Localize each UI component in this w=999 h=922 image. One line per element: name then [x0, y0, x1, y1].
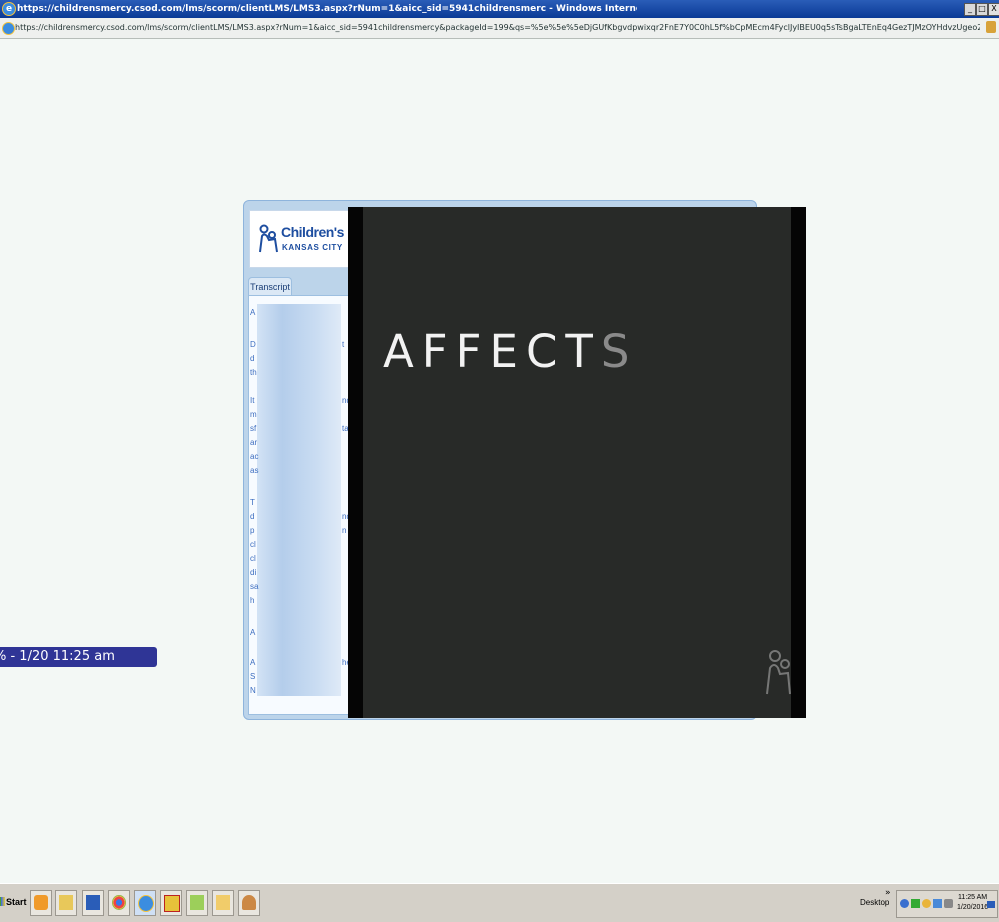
- desktop-label[interactable]: Desktop: [860, 898, 889, 907]
- folder-icon[interactable]: [55, 890, 77, 916]
- start-label: Start: [6, 897, 27, 907]
- video-caption-main: AFFECT: [383, 325, 601, 378]
- close-button[interactable]: X: [988, 3, 999, 16]
- transcript-fragment: as: [250, 466, 259, 475]
- app-smiley-icon[interactable]: [160, 890, 182, 916]
- chrome-icon[interactable]: [108, 890, 130, 916]
- transcript-fragment: p: [250, 526, 255, 535]
- transcript-fragment: It: [250, 396, 255, 405]
- letterbox-right: [791, 207, 806, 718]
- system-tray: 11:25 AM 1/20/2016: [896, 890, 998, 918]
- transcript-fragment: ar: [250, 438, 258, 447]
- internet-explorer-taskbar-icon[interactable]: [134, 890, 156, 916]
- chevron-icon[interactable]: »: [885, 888, 891, 898]
- transcript-fragment: th: [250, 368, 257, 377]
- transcript-fragment: sf: [250, 424, 257, 433]
- windows-flag-icon: [0, 897, 5, 906]
- volume-icon[interactable]: [944, 899, 953, 908]
- video-caption-fading: S: [600, 325, 638, 378]
- childrens-mercy-logo-icon: [259, 224, 278, 253]
- lock-icon[interactable]: [986, 21, 996, 33]
- maximize-button[interactable]: □: [976, 3, 988, 16]
- transcript-fragment: t: [342, 340, 345, 349]
- shield-icon[interactable]: [933, 899, 942, 908]
- transcript-fragment: n: [342, 526, 347, 535]
- app-note-icon[interactable]: [212, 890, 234, 916]
- app-green-icon[interactable]: [186, 890, 208, 916]
- transcript-blurred-text: [257, 304, 341, 696]
- logo-panel: Children's Mercy KANSAS CITY: [249, 210, 386, 268]
- url-field[interactable]: https://childrensmercy.csod.com/lms/scor…: [15, 21, 980, 34]
- transcript-fragment: ac: [250, 452, 259, 461]
- video-frame[interactable]: AFFECTS: [348, 207, 806, 718]
- media-player-icon[interactable]: [30, 890, 52, 916]
- transcript-fragment: d: [250, 512, 255, 521]
- internet-explorer-icon: e: [2, 2, 16, 16]
- status-banner-text: % - 1/20 11:25 am: [0, 649, 115, 664]
- clock[interactable]: 11:25 AM 1/20/2016: [957, 893, 988, 913]
- start-button[interactable]: Start: [0, 890, 27, 914]
- network-icon[interactable]: [900, 899, 909, 908]
- transcript-fragment: m: [250, 410, 257, 419]
- tab-transcript[interactable]: Transcript: [248, 277, 292, 296]
- transcript-fragment: A: [250, 628, 256, 637]
- security-icon[interactable]: [911, 899, 920, 908]
- transcript-fragment: cl: [250, 554, 256, 563]
- clock-time: 11:25 AM: [958, 894, 988, 901]
- transcript-fragment: A: [250, 308, 256, 317]
- transcript-fragment: cl: [250, 540, 256, 549]
- transcript-fragment: T: [250, 498, 255, 507]
- transcript-fragment: A: [250, 658, 256, 667]
- update-icon[interactable]: [922, 899, 931, 908]
- video-caption: AFFECTS: [383, 325, 637, 378]
- transcript-fragment: di: [250, 568, 257, 577]
- transcript-fragment: d: [250, 354, 255, 363]
- window-titlebar: e https://childrensmercy.csod.com/lms/sc…: [0, 0, 999, 18]
- letterbox-left: [348, 207, 363, 718]
- logo-watermark-icon: [766, 650, 791, 695]
- transcript-fragment: N: [250, 686, 256, 695]
- transcript-fragment: D: [250, 340, 256, 349]
- clock-date: 1/20/2016: [957, 904, 989, 911]
- address-bar: https://childrensmercy.csod.com/lms/scor…: [0, 18, 999, 39]
- page-icon: [2, 22, 15, 35]
- minimize-button[interactable]: _: [964, 3, 976, 16]
- transcript-fragment: h: [250, 596, 255, 605]
- transcript-panel[interactable]: A Dd th It m sf ar ac as Td p cl cl di sa h A A S N t nd tal n…: [248, 295, 352, 715]
- transcript-fragment: S: [250, 672, 256, 681]
- taskbar: Start Desktop » 11:25 AM 1/20/2016: [0, 883, 999, 922]
- status-banner: % - 1/20 11:25 am: [0, 647, 157, 667]
- transcript-fragment: sa: [250, 582, 259, 591]
- logo-subtitle: KANSAS CITY: [282, 243, 343, 252]
- show-desktop-icon[interactable]: [987, 901, 995, 908]
- word-icon[interactable]: [82, 890, 104, 916]
- window-title: https://childrensmercy.csod.com/lms/scor…: [17, 4, 637, 14]
- app-person-icon[interactable]: [238, 890, 260, 916]
